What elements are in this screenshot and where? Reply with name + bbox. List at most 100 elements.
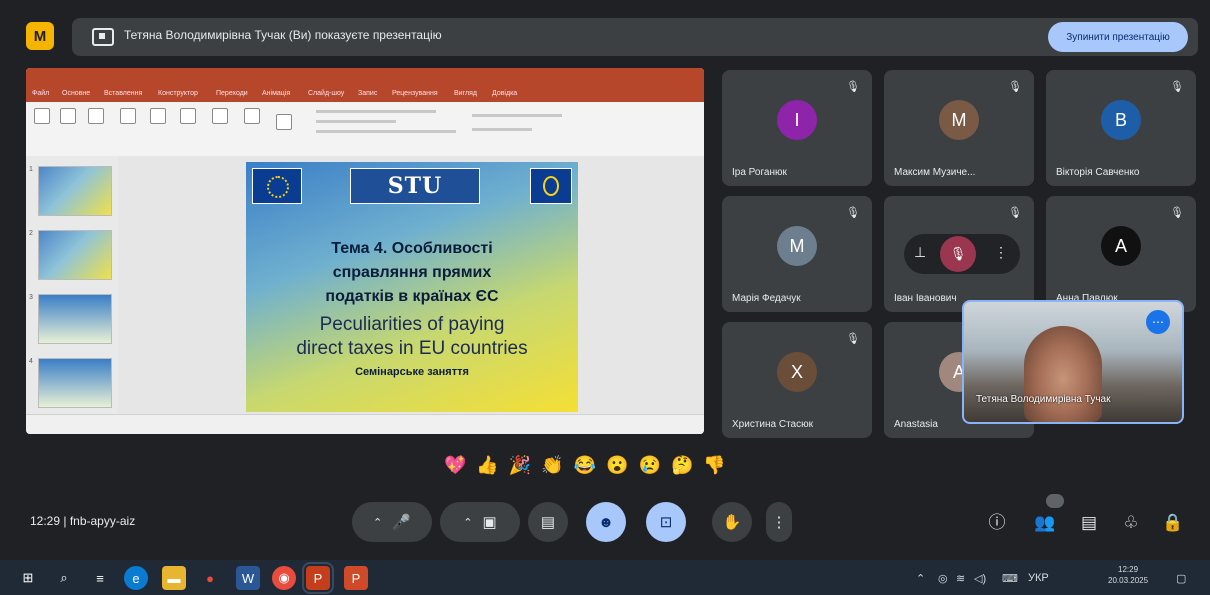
participant-tile[interactable]: 🎙 В Вікторія Савченко (1046, 70, 1196, 186)
avatar: А (1101, 226, 1141, 266)
people-icon[interactable]: 👥 (1032, 510, 1058, 536)
file-explorer-icon[interactable]: ▬ (162, 566, 186, 590)
tray-app-icon[interactable]: ◎ (938, 572, 948, 585)
ribbon-tab[interactable]: Вигляд (454, 90, 477, 100)
input-language[interactable]: УКР (1028, 572, 1049, 584)
present-icon: ⊡ (659, 514, 673, 531)
present-button[interactable]: ⊡ (646, 502, 686, 542)
reaction-thumbs-down-icon[interactable]: 👎 (703, 452, 725, 478)
thumbnail-number: 1 (29, 166, 33, 173)
ribbon-tab[interactable]: Основне (62, 90, 90, 100)
app-icon[interactable]: ● (198, 566, 222, 590)
university-logo: STU (350, 168, 480, 204)
slide-subtitle-line: Peculiarities of paying (319, 314, 505, 335)
clock-date: 20.03.2025 (1108, 576, 1149, 585)
participant-tile[interactable]: 🎙 М Максим Музиче... (884, 70, 1034, 186)
windows-start-icon[interactable]: ⊞ (16, 566, 40, 590)
wifi-icon[interactable]: ≋ (956, 572, 965, 585)
powerpoint-icon[interactable]: P (344, 566, 368, 590)
thumbnail-list: 1 2 3 4 (26, 156, 118, 414)
pin-icon[interactable]: ⊥ (914, 244, 926, 261)
ribbon-tab[interactable]: Файл (32, 90, 49, 100)
participant-name: Марія Федачук (732, 293, 801, 304)
ribbon-tab[interactable]: Вставлення (104, 90, 142, 100)
self-video (1024, 326, 1102, 422)
task-view-icon[interactable]: ≡ (88, 566, 112, 590)
reaction-party-icon[interactable]: 🎉 (509, 452, 531, 478)
ribbon-tab[interactable]: Довідка (492, 90, 517, 100)
volume-icon[interactable]: ◁) (974, 572, 986, 585)
microphone-button[interactable]: ⌃ 🎤 (352, 502, 432, 542)
hand-icon: ✋ (722, 514, 742, 531)
chat-icon[interactable]: ▤ (1076, 510, 1102, 536)
mic-off-icon: 🎙 (1170, 207, 1184, 219)
tray-chevron-icon[interactable]: ⌃ (916, 572, 925, 585)
notifications-icon[interactable]: ▢ (1176, 572, 1186, 585)
ribbon-tab[interactable]: Конструктор (158, 90, 198, 100)
meet-logo-icon: M (26, 22, 54, 50)
more-options-icon[interactable]: ⋮ (994, 244, 1008, 261)
chevron-up-icon[interactable]: ⌃ (463, 516, 472, 529)
chrome-icon[interactable]: ◉ (272, 566, 296, 590)
avatar: В (1101, 100, 1141, 140)
microphone-icon: 🎤 (392, 514, 411, 531)
slide-thumbnail[interactable] (38, 166, 112, 216)
ribbon-icon (180, 108, 196, 124)
participant-tile[interactable]: 🎙 М Марія Федачук (722, 196, 872, 312)
reaction-thumbs-up-icon[interactable]: 👍 (476, 452, 498, 478)
mic-off-icon[interactable]: 🎙 (940, 236, 976, 272)
participant-tile[interactable]: 🎙 Х Христина Стасюк (722, 322, 872, 438)
slide-title-line: Тема 4. Особливості (331, 240, 493, 257)
ribbon-tab[interactable]: Анімація (262, 90, 290, 100)
reaction-clap-icon[interactable]: 👏 (541, 452, 563, 478)
ribbon-icon (88, 108, 104, 124)
stop-presenting-button[interactable]: Зупинити презентацію (1048, 22, 1188, 52)
thumbnail-number: 4 (29, 358, 33, 365)
ribbon-icon (34, 108, 50, 124)
host-controls-icon[interactable]: 🔒 (1160, 510, 1186, 536)
meeting-code[interactable]: fnb-apyy-aiz (70, 514, 135, 528)
captions-button[interactable]: ▤ (528, 502, 568, 542)
activities-icon[interactable]: ♧ (1118, 510, 1144, 536)
reaction-laugh-icon[interactable]: 😂 (574, 452, 596, 478)
raise-hand-button[interactable]: ✋ (712, 502, 752, 542)
thumbnail-number: 3 (29, 294, 33, 301)
ribbon-tab[interactable]: Рецензування (392, 90, 438, 100)
ribbon-tab[interactable]: Переходи (216, 90, 248, 100)
chevron-up-icon[interactable]: ⌃ (373, 516, 382, 529)
word-icon[interactable]: W (236, 566, 260, 590)
slide-thumbnail[interactable] (38, 230, 112, 280)
self-view-name: Тетяна Володимирівна Тучак (976, 394, 1111, 405)
meeting-details-icon[interactable]: ⓘ (984, 510, 1010, 536)
camera-icon: ▣ (482, 514, 497, 531)
search-icon[interactable]: ⌕ (52, 566, 76, 590)
ribbon-tab[interactable]: Запис (358, 90, 377, 100)
slide-thumbnail[interactable] (38, 358, 112, 408)
powerpoint-ribbon-tabs: Файл Основне Вставлення Конструктор Переходи… (26, 88, 704, 102)
participant-tile[interactable]: 🎙 І Іра Роганюк (722, 70, 872, 186)
ribbon-tab[interactable]: Слайд-шоу (308, 90, 344, 100)
edge-icon[interactable]: e (124, 566, 148, 590)
reactions-button[interactable]: ☻ (586, 502, 626, 542)
avatar: І (777, 100, 817, 140)
slide-thumbnail[interactable] (38, 294, 112, 344)
participant-name: Anastasia (894, 419, 938, 430)
mic-off-icon: 🎙 (1170, 81, 1184, 93)
reaction-thinking-icon[interactable]: 🤔 (671, 452, 693, 478)
mic-off-icon: 🎙 (1008, 207, 1022, 219)
ribbon-option (316, 130, 456, 133)
ribbon-icon (60, 108, 76, 124)
more-options-button[interactable]: ⋮ (766, 502, 792, 542)
powerpoint-icon[interactable]: P (302, 562, 334, 594)
participant-tile[interactable]: 🎙 А Анна Павлюк (1046, 196, 1196, 312)
camera-button[interactable]: ⌃ ▣ (440, 502, 520, 542)
current-slide: STU Тема 4. Особливості справляння прями… (246, 162, 578, 412)
keyboard-icon[interactable]: ⌨ (1002, 572, 1018, 585)
reaction-sad-icon[interactable]: 😢 (639, 452, 661, 478)
more-options-icon[interactable]: ⋯ (1146, 310, 1170, 334)
meeting-info: 12:29 | fnb-apyy-aiz (30, 514, 135, 528)
reaction-heart-icon[interactable]: 💖 (444, 452, 466, 478)
mic-off-icon: 🎙 (846, 81, 860, 93)
taskbar-clock[interactable]: 12:29 20.03.2025 (1108, 564, 1148, 586)
reaction-surprised-icon[interactable]: 😮 (606, 452, 628, 478)
